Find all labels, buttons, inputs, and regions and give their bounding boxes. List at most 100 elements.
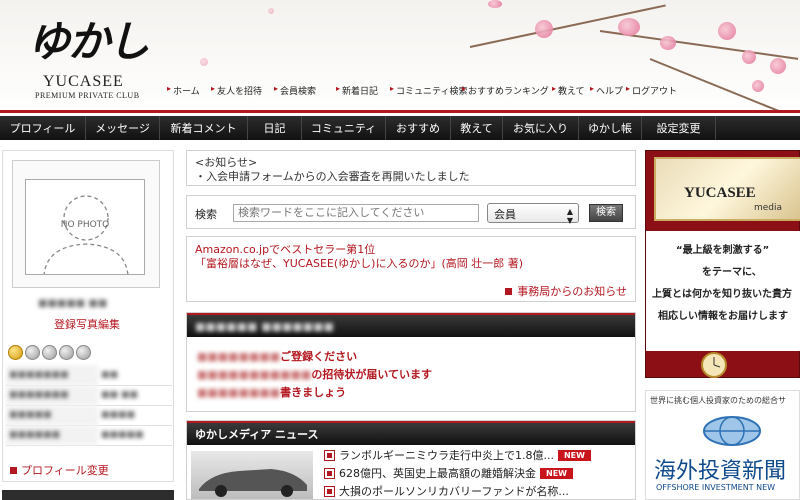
- welcome-line[interactable]: ■■■■■■■■■■■の招待状が届いています: [197, 366, 432, 382]
- offshore-title: 海外投資新聞: [654, 459, 787, 484]
- coin-gold-icon: [8, 345, 23, 360]
- blossom-decoration: [200, 58, 208, 66]
- profile-photo-frame: NO PHOTO: [12, 160, 160, 288]
- no-photo-label: NO PHOTO: [60, 220, 110, 230]
- rank-coins: [8, 345, 91, 360]
- ad-logo-card: YUCASEE media: [654, 157, 800, 221]
- media-news-box: ゆかしメディア ニュース ランボルギーニミウラ走行中炎上で1.8億... NEW …: [186, 420, 636, 500]
- topnav-invite[interactable]: 友人を招待: [211, 84, 274, 97]
- ad-message-panel: “最上級を刺激する” をテーマに、 上質とは何かを知り抜いた貴方 相応しい情報を…: [646, 231, 800, 351]
- new-badge: NEW: [557, 450, 591, 461]
- new-badge: NEW: [540, 468, 573, 479]
- select-value: 会員: [494, 208, 516, 221]
- car-image-icon: [199, 469, 307, 497]
- table-row: ■■■■■■■■■: [6, 405, 172, 426]
- logo-text[interactable]: YUCASEE: [43, 73, 124, 91]
- nav-recommend[interactable]: おすすめ: [386, 116, 451, 140]
- nav-community[interactable]: コミュニティ: [302, 116, 386, 140]
- nav-new-comment[interactable]: 新着コメント: [160, 116, 248, 140]
- nav-filler: [716, 116, 800, 140]
- offshore-news-banner[interactable]: 世界に挑む個人投資家のための総合サ 海外投資新聞 OFFSHORE INVEST…: [645, 390, 800, 500]
- notice-body: ・入会申請フォームからの入会審査を再開いたしました: [195, 170, 470, 183]
- ad-brand: YUCASEE: [684, 185, 756, 201]
- ad-quote-line: 上質とは何かを知り抜いた貴方: [652, 289, 792, 300]
- table-row: ■■■■■■■■■: [6, 365, 172, 386]
- office-notice-link[interactable]: 事務局からのお知らせ: [517, 285, 627, 298]
- blossom-decoration: [718, 22, 736, 40]
- globe-icon: [703, 416, 761, 446]
- ad-quote-line: をテーマに、: [702, 267, 762, 278]
- blossom-decoration: [660, 36, 676, 50]
- topnav-ask[interactable]: 教えて: [552, 84, 590, 97]
- coin-silver-icon: [42, 345, 57, 360]
- edit-photo-link[interactable]: 登録写真編集: [54, 316, 120, 332]
- logo-mark[interactable]: ゆかし: [28, 8, 150, 69]
- topnav-community-search[interactable]: コミュニティ検索: [390, 84, 467, 97]
- bullet-icon: [324, 486, 335, 497]
- bullet-icon: [324, 450, 335, 461]
- coin-silver-icon: [59, 345, 74, 360]
- topnav-help[interactable]: ヘルプ: [590, 84, 626, 97]
- topnav-member-search[interactable]: 会員検索: [274, 84, 336, 97]
- nav-profile[interactable]: プロフィール: [0, 116, 86, 140]
- media-ad-banner[interactable]: YUCASEE media “最上級を刺激する” をテーマに、 上質とは何かを知…: [645, 150, 800, 378]
- promo-box: Amazon.co.jpでベストセラー第1位 「富裕層はなぜ、YUCASEE(ゆ…: [186, 236, 636, 302]
- blossom-decoration: [742, 50, 756, 64]
- welcome-line[interactable]: ■■■■■■■■ご登録ください: [197, 348, 357, 364]
- nav-message[interactable]: メッセージ: [86, 116, 160, 140]
- topnav-new-diary[interactable]: 新着日記: [336, 84, 390, 97]
- edit-profile-row: プロフィール変更: [10, 462, 109, 478]
- nav-ask[interactable]: 教えて: [451, 116, 503, 140]
- promo-line2[interactable]: 「富裕層はなぜ、YUCASEE(ゆかし)に入るのか」(高岡 壮一郎 著): [195, 255, 523, 271]
- search-category-select[interactable]: 会員 ▲ ▼: [487, 203, 579, 225]
- welcome-title: ■■■■■■ ■■■■■■■: [195, 319, 334, 333]
- news-item[interactable]: 大損のポールソンリカバリーファンドが名称...: [324, 483, 569, 499]
- welcome-header: ■■■■■■ ■■■■■■■: [187, 313, 635, 337]
- nav-diary[interactable]: 日記: [248, 116, 302, 140]
- blossom-decoration: [268, 8, 274, 14]
- edit-profile-link[interactable]: プロフィール変更: [21, 464, 109, 477]
- media-news-header: ゆかしメディア ニュース: [187, 421, 635, 445]
- nav-settings[interactable]: 設定変更: [642, 116, 716, 140]
- news-thumbnail[interactable]: [191, 451, 313, 499]
- ad-brand-sub: media: [754, 203, 783, 213]
- office-notice-row: 事務局からのお知らせ: [505, 283, 627, 299]
- select-arrow-icon: ▲ ▼: [566, 207, 573, 225]
- coin-silver-icon: [25, 345, 40, 360]
- welcome-box: ■■■■■■ ■■■■■■■ ■■■■■■■■ご登録ください ■■■■■■■■■…: [186, 312, 636, 412]
- topnav-ranking[interactable]: おすすめランキング: [462, 84, 552, 97]
- profile-name: ■■■■■ ■■: [38, 298, 108, 309]
- pocket-watch-icon: [701, 352, 727, 378]
- blossom-decoration: [770, 58, 786, 74]
- profile-photo[interactable]: NO PHOTO: [25, 179, 145, 275]
- ad-quote-line: 相応しい情報をお届けします: [658, 311, 788, 322]
- search-input[interactable]: [233, 204, 479, 222]
- top-navigation: ホーム 友人を招待 会員検索 新着日記 コミュニティ検索 おすすめランキング 教…: [167, 84, 682, 97]
- bullet-icon: [505, 288, 513, 295]
- notice-box: <お知らせ> ・入会申請フォームからの入会審査を再開いたしました: [186, 150, 636, 186]
- topnav-home[interactable]: ホーム: [167, 84, 211, 97]
- nav-yucashi-book[interactable]: ゆかし帳: [579, 116, 642, 140]
- welcome-line[interactable]: ■■■■■■■■書きましょう: [197, 384, 346, 400]
- site-header: ゆかし YUCASEE PREMIUM PRIVATE CLUB ホーム 友人を…: [0, 0, 800, 113]
- news-item[interactable]: ランボルギーニミウラ走行中炎上で1.8億... NEW: [324, 447, 591, 463]
- search-box: 検索 会員 ▲▼ 検索: [186, 195, 636, 229]
- table-row: ■■■■■■■ ■■ ■■: [6, 385, 172, 406]
- topnav-logout[interactable]: ログアウト: [626, 84, 682, 97]
- offshore-subtitle: OFFSHORE INVESTMENT NEW: [656, 483, 776, 492]
- header-divider: [0, 110, 800, 113]
- blossom-decoration: [618, 18, 640, 36]
- nav-favorites[interactable]: お気に入り: [503, 116, 579, 140]
- offshore-caption: 世界に挑む個人投資家のための総合サ: [650, 396, 786, 405]
- news-item[interactable]: 628億円、英国史上最高額の離婚解決金 NEW: [324, 465, 573, 481]
- table-row: ■■■■■■ ■■■■■: [6, 425, 172, 446]
- search-label: 検索: [195, 208, 217, 221]
- bullet-icon: [10, 467, 17, 474]
- logo-subtitle: PREMIUM PRIVATE CLUB: [35, 91, 140, 100]
- search-button[interactable]: 検索: [589, 204, 623, 222]
- profile-stats-table: ■■■■■■■ ■■ ■■■■■■■ ■■ ■■ ■■■■■ ■■■■ ■■■■■■ ■…: [6, 365, 172, 446]
- coin-silver-icon: [76, 345, 91, 360]
- main-navigation: プロフィール メッセージ 新着コメント 日記 コミュニティ おすすめ 教えて お…: [0, 116, 800, 140]
- left-footer-bar: [2, 490, 174, 500]
- ad-quote-line: “最上級を刺激する”: [676, 245, 770, 256]
